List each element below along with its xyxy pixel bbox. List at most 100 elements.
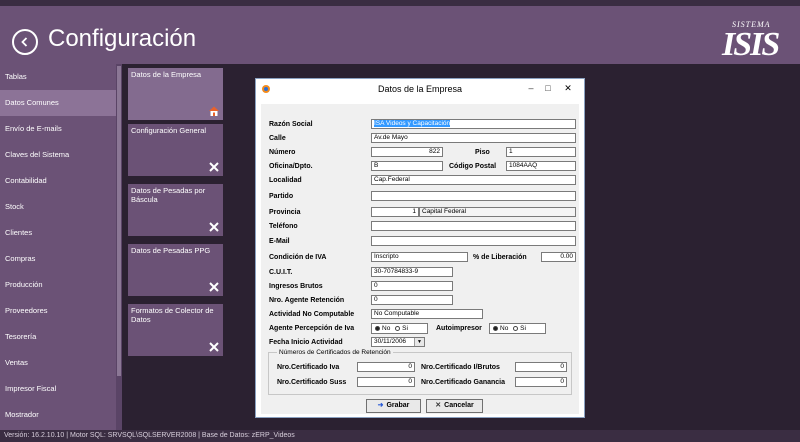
oficina-input[interactable]: B <box>371 161 443 171</box>
label-provincia: Provincia <box>269 209 301 216</box>
localidad-input[interactable]: Cap.Federal <box>371 175 576 185</box>
chevron-down-icon[interactable]: ▼ <box>414 338 424 346</box>
cert-iva-input[interactable]: 0 <box>357 362 415 372</box>
card-formatos-colector[interactable]: Formatos de Colector de Datos <box>128 304 223 356</box>
dialog-body: Razón Social ISA Videos y Capacitación C… <box>261 104 579 414</box>
grabar-button[interactable]: ➜ Grabar <box>366 399 421 413</box>
minimize-button[interactable]: – <box>524 82 538 94</box>
sidebar-item-envio-emails[interactable]: Envío de E-mails <box>0 116 116 142</box>
card-label: Datos de la Empresa <box>131 70 202 79</box>
tools-icon <box>209 162 219 172</box>
label-telefono: Teléfono <box>269 223 298 230</box>
label-cert-suss: Nro.Certificado Suss <box>277 379 347 386</box>
label-piso: Piso <box>475 149 490 156</box>
card-pesadas-bascula[interactable]: Datos de Pesadas por Báscula <box>128 184 223 236</box>
sidebar-item-datos-comunes[interactable]: Datos Comunes <box>0 90 116 116</box>
certificados-title: Números de Certificados de Retención <box>277 348 393 357</box>
agente-percepcion-no-label: No <box>382 325 391 332</box>
label-cert-iva: Nro.Certificado Iva <box>277 364 340 371</box>
label-razon-social: Razón Social <box>269 121 313 128</box>
agente-percepcion-no-radio[interactable] <box>375 326 380 331</box>
dialog-titlebar[interactable]: Datos de la Empresa – □ ✕ <box>256 79 584 99</box>
card-label: Configuración General <box>131 126 207 135</box>
fecha-inicio-value: 30/11/2006 <box>374 338 407 345</box>
telefono-input[interactable] <box>371 221 576 231</box>
sidebar: Tablas Datos Comunes Envío de E-mails Cl… <box>0 64 116 430</box>
maximize-button[interactable]: □ <box>541 82 555 94</box>
tools-icon <box>209 282 219 292</box>
pct-liberacion-input[interactable]: 0.00 <box>541 252 576 262</box>
sidebar-item-mostrador[interactable]: Mostrador <box>0 402 116 428</box>
sidebar-item-stock[interactable]: Stock <box>0 194 116 220</box>
sidebar-item-tablas[interactable]: Tablas <box>0 64 116 90</box>
calle-input[interactable]: Av.de Mayo <box>371 133 576 143</box>
partido-input[interactable] <box>371 191 576 201</box>
condicion-iva-input[interactable]: Inscripto <box>371 252 468 262</box>
label-agente-percepcion: Agente Percepción de Iva <box>269 325 355 332</box>
piso-input[interactable]: 1 <box>506 147 576 157</box>
actividad-no-computable-input[interactable]: No Computable <box>371 309 483 319</box>
ingresos-brutos-input[interactable]: 0 <box>371 281 453 291</box>
label-localidad: Localidad <box>269 177 302 184</box>
sidebar-item-compras[interactable]: Compras <box>0 246 116 272</box>
label-calle: Calle <box>269 135 286 142</box>
label-actividad-no-computable: Actividad No Computable <box>269 311 355 318</box>
email-input[interactable] <box>371 236 576 246</box>
agente-percepcion-si-label: Si <box>402 325 408 332</box>
numero-input[interactable]: 822 <box>371 147 443 157</box>
cancelar-button[interactable]: ✕ Cancelar <box>426 399 483 413</box>
autoimpresor-si-label: Si <box>520 325 526 332</box>
cancelar-label: Cancelar <box>444 402 474 409</box>
sidebar-item-proveedores[interactable]: Proveedores <box>0 298 116 324</box>
label-oficina: Oficina/Dpto. <box>269 163 313 170</box>
label-cert-ganancia: Nro.Certificado Ganancia <box>421 379 506 386</box>
provincia-codigo-input[interactable]: 1 <box>371 207 419 217</box>
autoimpresor-no-radio[interactable] <box>493 326 498 331</box>
label-codigo-postal: Código Postal <box>449 163 497 170</box>
header: Configuración SISTEMA ISIS <box>0 6 800 64</box>
card-label: Datos de Pesadas PPG <box>131 246 211 255</box>
card-datos-empresa[interactable]: Datos de la Empresa <box>128 68 223 120</box>
cert-ganancia-input[interactable]: 0 <box>515 377 567 387</box>
sidebar-item-impresor-fiscal[interactable]: Impresor Fiscal <box>0 376 116 402</box>
label-pct-liberacion: % de Liberación <box>473 254 527 261</box>
codigo-postal-input[interactable]: 1084AAQ <box>506 161 576 171</box>
cuit-input[interactable]: 30-70784833-9 <box>371 267 453 277</box>
page-title: Configuración <box>48 25 197 52</box>
cert-suss-input[interactable]: 0 <box>357 377 415 387</box>
sidebar-item-ventas[interactable]: Ventas <box>0 350 116 376</box>
status-bar: Versión: 16.2.10.10 | Motor SQL: SRVSQL\… <box>0 430 800 442</box>
label-fecha-inicio: Fecha Inicio Actividad <box>269 339 343 346</box>
autoimpresor-radio-group: No Si <box>489 323 546 334</box>
app-window: Configuración SISTEMA ISIS Tablas Datos … <box>0 0 800 442</box>
sidebar-item-tesoreria[interactable]: Tesorería <box>0 324 116 350</box>
datos-empresa-dialog: Datos de la Empresa – □ ✕ Razón Social I… <box>255 78 585 418</box>
sidebar-item-produccion[interactable]: Producción <box>0 272 116 298</box>
status-text: Versión: 16.2.10.10 | Motor SQL: SRVSQL\… <box>4 432 295 439</box>
card-configuracion-general[interactable]: Configuración General <box>128 124 223 176</box>
autoimpresor-si-radio[interactable] <box>513 326 519 331</box>
sidebar-item-clientes[interactable]: Clientes <box>0 220 116 246</box>
close-button[interactable]: ✕ <box>557 82 579 94</box>
sidebar-item-claves[interactable]: Claves del Sistema <box>0 142 116 168</box>
razon-social-input[interactable]: ISA Videos y Capacitación <box>371 119 576 129</box>
label-partido: Partido <box>269 193 294 200</box>
label-cert-ibrutos: Nro.Certificado I/Brutos <box>421 364 500 371</box>
agente-percepcion-radio-group: No Si <box>371 323 428 334</box>
label-numero: Número <box>269 149 296 156</box>
back-button[interactable] <box>12 29 38 55</box>
agente-percepcion-si-radio[interactable] <box>395 326 401 331</box>
cert-ibrutos-input[interactable]: 0 <box>515 362 567 372</box>
fecha-inicio-picker[interactable]: 30/11/2006 ▼ <box>371 337 425 347</box>
sidebar-item-contabilidad[interactable]: Contabilidad <box>0 168 116 194</box>
save-icon: ➜ <box>377 402 384 409</box>
autoimpresor-no-label: No <box>500 325 509 332</box>
scrollbar-thumb[interactable] <box>117 66 121 376</box>
label-agente-retencion: Nro. Agente Retención <box>269 297 345 304</box>
logo-main-text: ISIS <box>722 26 780 63</box>
arrow-left-icon <box>21 37 28 47</box>
card-pesadas-ppg[interactable]: Datos de Pesadas PPG <box>128 244 223 296</box>
agente-retencion-input[interactable]: 0 <box>371 295 453 305</box>
label-email: E-Mail <box>269 238 290 245</box>
tools-icon <box>209 342 219 352</box>
